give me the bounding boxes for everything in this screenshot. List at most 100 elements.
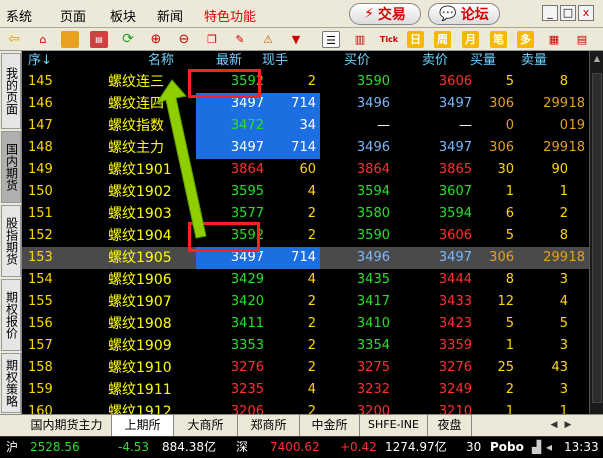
menu-page[interactable]: 页面 [60,6,86,25]
forum-button[interactable]: 💬 论坛 [428,3,500,25]
home-icon[interactable]: ⌂ [34,31,52,48]
cell-seq: 160 [28,404,53,414]
tab-shfe[interactable]: 上期所 [112,415,174,436]
close-button[interactable]: x [578,5,594,21]
tab-night[interactable]: 夜盘 [428,415,472,436]
table-row[interactable]: 156 螺纹1908 3411 2 3410 3423 5 5 [22,313,589,335]
tab-my-page[interactable]: 我的页面 [1,53,21,129]
window-icon[interactable]: ❐ [203,31,221,48]
cell-latest: 3429 [230,272,264,287]
back-arrow-icon[interactable]: ⇦ [5,31,23,48]
week-icon[interactable]: 周 [434,31,451,48]
table-row[interactable]: 154 螺纹1906 3429 4 3435 3444 8 3 [22,269,589,291]
table-row[interactable]: 149 螺纹1901 3864 60 3864 3865 30 90 [22,159,589,181]
vertical-scrollbar[interactable]: ▲ [589,51,603,414]
scroll-thumb[interactable] [592,73,602,403]
header-latest[interactable]: 最新 [216,51,242,71]
tab-index-futures[interactable]: 股指期货 [1,205,21,277]
menu-bar: 系统 页面 板块 新闻 特色功能 ⚡ 交易 💬 论坛 _ □ x [0,0,603,28]
menu-sector[interactable]: 板块 [110,6,136,25]
alert-icon[interactable]: ⚠ [259,31,277,48]
cell-askv: 1 [559,184,568,199]
list-icon[interactable]: ▤ [573,31,591,48]
cell-vol: 2 [307,74,316,89]
table-view-icon[interactable]: ☰ [322,31,340,48]
month-icon[interactable]: 月 [462,31,479,48]
stack-icon[interactable] [61,31,79,48]
cell-askv: 1 [559,404,568,414]
table-row[interactable]: 145 螺纹连三 3592 2 3590 3606 5 8 [22,71,589,93]
table-row[interactable]: 159 螺纹1911 3235 4 3232 3249 2 3 [22,379,589,401]
table-row[interactable]: 150 螺纹1902 3595 4 3594 3607 1 1 [22,181,589,203]
zoom-in-icon[interactable]: ⊕ [147,31,165,48]
table-row[interactable]: 151 螺纹1903 3577 2 3580 3594 6 2 [22,203,589,225]
table-row[interactable]: 146 螺纹连四 3497 714 3496 3497 306 299 18 [22,93,589,115]
cell-latest: 3353 [230,338,264,353]
cell-askv: 5 [559,316,568,331]
stroke-icon[interactable]: 笔 [490,31,507,48]
cell-vol: 714 [268,137,320,159]
connection-count: 30 [466,440,482,454]
multi-icon[interactable]: 多 [517,31,534,48]
cell-bid: 3864 [356,162,390,177]
cell-extra: 18 [568,250,585,265]
table-row[interactable]: 155 螺纹1907 3420 2 3417 3433 12 4 [22,291,589,313]
grid-icon[interactable]: ▦ [545,31,563,48]
zoom-out-icon[interactable]: ⊖ [175,31,193,48]
tick-icon[interactable]: Tick [378,31,400,48]
cell-vol: 60 [299,162,316,177]
scroll-up-icon[interactable]: ▲ [592,53,602,65]
table-row[interactable]: 160 螺纹1912 3206 2 3200 3210 1 1 [22,401,589,414]
tab-domestic-main[interactable]: 国内期货主力 [22,415,112,436]
restore-button[interactable]: □ [560,5,576,21]
trade-button[interactable]: ⚡ 交易 [349,3,421,25]
cell-name: 螺纹指数 [108,118,164,134]
table-row[interactable]: 153 螺纹1905 3497 714 3496 3497 306 299 18 [22,247,589,269]
pen-icon[interactable]: ✎ [231,31,249,48]
day-icon[interactable]: 日 [407,31,424,48]
table-row[interactable]: 152 螺纹1904 3592 2 3590 3606 5 8 [22,225,589,247]
cell-latest: 3864 [230,162,264,177]
header-volume[interactable]: 现手 [262,51,288,71]
table-row[interactable]: 148 螺纹主力 3497 714 3496 3497 306 299 18 [22,137,589,159]
cell-vol: 4 [307,184,316,199]
sound-icon[interactable]: ◂ [546,437,552,458]
refresh-icon[interactable]: ⟳ [119,31,137,48]
tab-scroll-right-icon[interactable]: ▶ [562,418,574,432]
header-ask-volume[interactable]: 卖量 [521,51,547,71]
table-row[interactable]: 158 螺纹1910 3276 2 3275 3276 25 43 [22,357,589,379]
tab-shfe-ine[interactable]: SHFE-INE [360,415,428,436]
cell-seq: 145 [28,74,53,89]
tab-option-quotes[interactable]: 期权报价 [1,279,21,351]
table-row[interactable]: 157 螺纹1909 3353 2 3354 3359 1 3 [22,335,589,357]
cell-askv: 4 [559,294,568,309]
brand-logo: Pobo [490,440,524,454]
header-bid-volume[interactable]: 买量 [470,51,496,71]
menu-special-features[interactable]: 特色功能 [204,6,256,25]
chart-icon[interactable]: ▥ [351,31,369,48]
tab-domestic-futures[interactable]: 国内期货 [1,131,21,203]
cell-vol: 714 [268,247,320,269]
cell-seq: 155 [28,294,53,309]
cell-bidv: 5 [505,316,514,331]
filter-icon[interactable]: ▼ [287,31,305,48]
cell-bidv: 5 [505,74,514,89]
table-row[interactable]: 147 螺纹指数 3472 34— —0 0 19 [22,115,589,137]
tab-scroll-left-icon[interactable]: ◀ [548,418,560,432]
minimize-button[interactable]: _ [542,5,558,21]
cell-seq: 150 [28,184,53,199]
cell-vol: 2 [307,228,316,243]
header-name[interactable]: 名称 [148,51,174,71]
menu-system[interactable]: 系统 [6,6,32,25]
header-bid[interactable]: 买价 [344,51,370,71]
menu-news[interactable]: 新闻 [157,6,183,25]
tab-option-strategy[interactable]: 期权策略 [1,353,21,413]
cell-askv: 3 [559,338,568,353]
tab-czce[interactable]: 郑商所 [238,415,300,436]
tab-cffex[interactable]: 中金所 [300,415,360,436]
header-ask[interactable]: 卖价 [422,51,448,71]
news-icon[interactable]: ▤ [90,31,108,48]
tab-dce[interactable]: 大商所 [174,415,238,436]
left-tab-bar: 我的页面 国内期货 股指期货 期权报价 期权策略 [0,51,22,414]
header-seq[interactable]: 序↓ [28,51,52,71]
